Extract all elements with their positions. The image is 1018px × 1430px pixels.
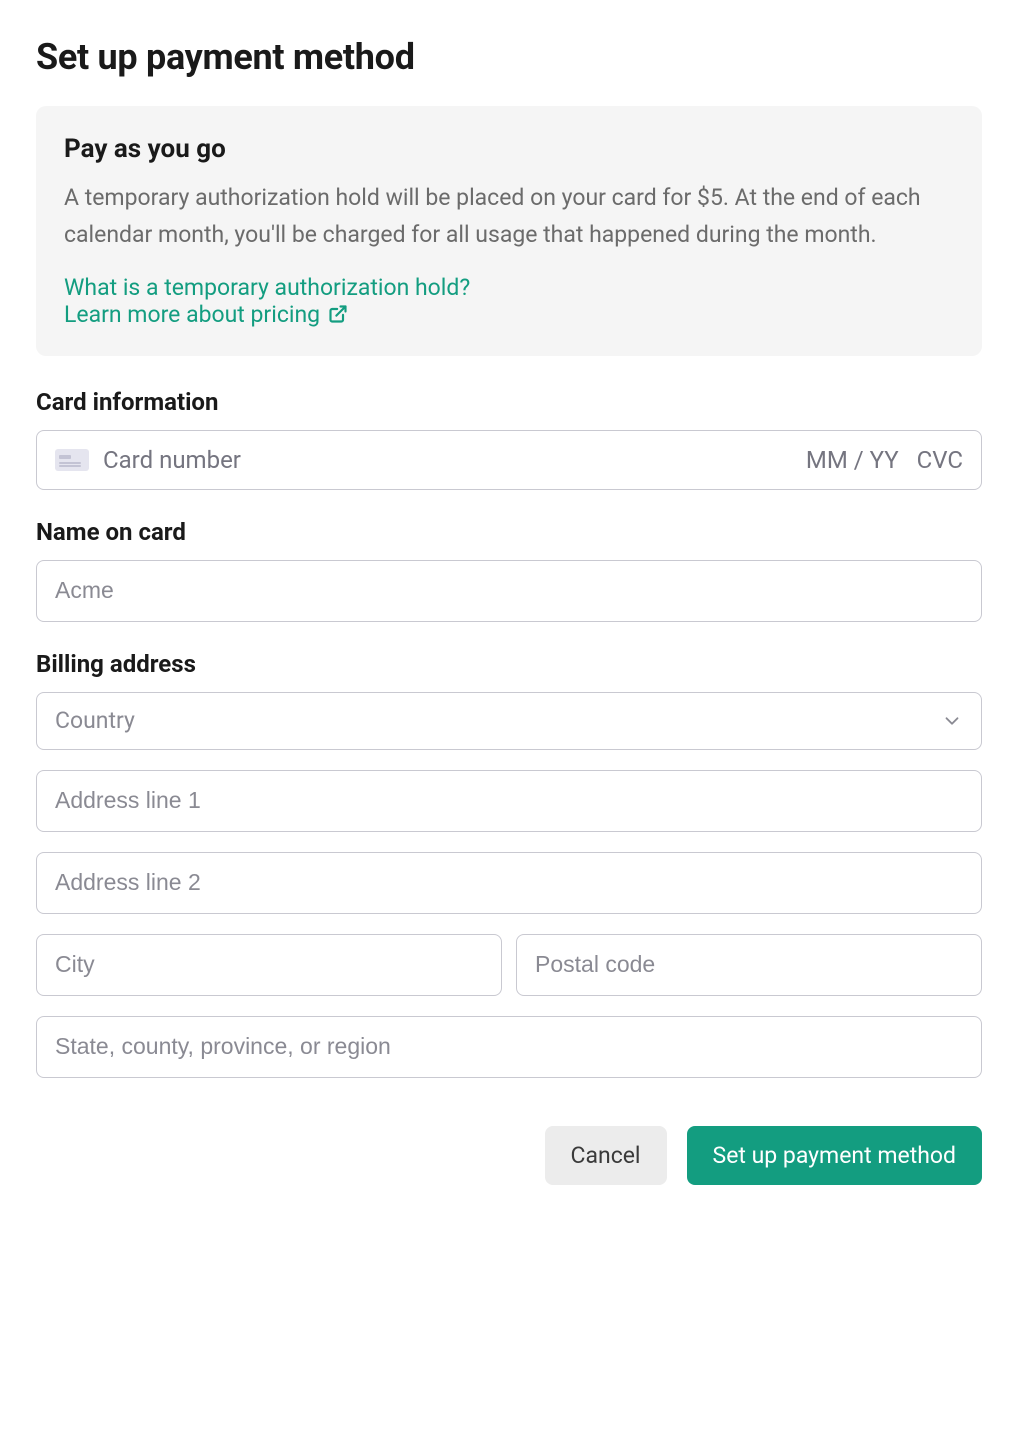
country-placeholder: Country (55, 707, 135, 734)
card-number-placeholder: Card number (103, 446, 792, 474)
country-select[interactable]: Country (36, 692, 982, 750)
page-title: Set up payment method (36, 36, 982, 78)
authorization-hold-link[interactable]: What is a temporary authorization hold? (64, 274, 470, 301)
card-icon (55, 449, 89, 471)
cancel-button[interactable]: Cancel (545, 1126, 667, 1185)
submit-button[interactable]: Set up payment method (687, 1126, 982, 1185)
address-line-2-input[interactable] (36, 852, 982, 914)
authorization-hold-link-label: What is a temporary authorization hold? (64, 274, 470, 301)
card-expiry-placeholder: MM / YY (806, 446, 899, 474)
billing-address-label: Billing address (36, 650, 982, 678)
postal-code-input[interactable] (516, 934, 982, 996)
pricing-link-label: Learn more about pricing (64, 301, 320, 328)
name-on-card-input[interactable] (36, 560, 982, 622)
city-input[interactable] (36, 934, 502, 996)
pricing-link[interactable]: Learn more about pricing (64, 301, 348, 328)
footer-actions: Cancel Set up payment method (36, 1126, 982, 1185)
plan-info-box: Pay as you go A temporary authorization … (36, 106, 982, 356)
name-on-card-section: Name on card (36, 518, 982, 622)
external-link-icon (328, 304, 348, 324)
chevron-down-icon (941, 710, 963, 732)
card-cvc-placeholder: CVC (917, 446, 963, 474)
name-on-card-label: Name on card (36, 518, 982, 546)
plan-heading: Pay as you go (64, 134, 954, 164)
region-input[interactable] (36, 1016, 982, 1078)
card-information-section: Card information Card number MM / YY CVC (36, 388, 982, 490)
billing-address-section: Billing address Country (36, 650, 982, 1078)
address-line-1-input[interactable] (36, 770, 982, 832)
card-input-row[interactable]: Card number MM / YY CVC (36, 430, 982, 490)
plan-description: A temporary authorization hold will be p… (64, 180, 954, 254)
card-information-label: Card information (36, 388, 982, 416)
